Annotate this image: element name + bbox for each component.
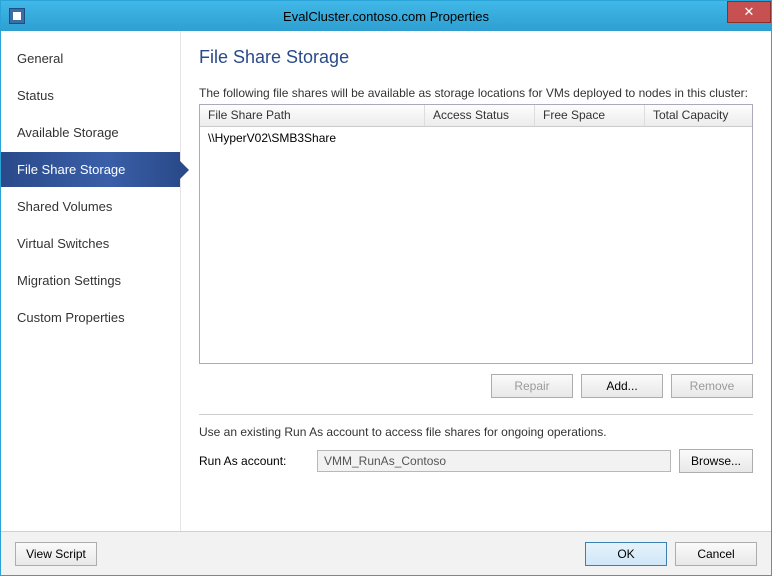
titlebar[interactable]: EvalCluster.contoso.com Properties ✕ bbox=[1, 1, 771, 31]
main-panel: File Share Storage The following file sh… bbox=[181, 31, 771, 531]
view-script-button[interactable]: View Script bbox=[15, 542, 97, 566]
runas-input[interactable] bbox=[317, 450, 671, 472]
cancel-button[interactable]: Cancel bbox=[675, 542, 757, 566]
cell-access bbox=[425, 131, 535, 145]
file-share-table: File Share Path Access Status Free Space… bbox=[199, 104, 753, 364]
sidebar-item-status[interactable]: Status bbox=[1, 78, 180, 113]
sidebar-item-label: Shared Volumes bbox=[17, 199, 112, 214]
properties-window: EvalCluster.contoso.com Properties ✕ Gen… bbox=[0, 0, 772, 576]
sidebar-item-label: Migration Settings bbox=[17, 273, 121, 288]
cell-free bbox=[535, 131, 645, 145]
sidebar-item-label: General bbox=[17, 51, 63, 66]
add-button[interactable]: Add... bbox=[581, 374, 663, 398]
page-title: File Share Storage bbox=[199, 47, 753, 68]
close-icon: ✕ bbox=[744, 4, 755, 20]
table-button-row: Repair Add... Remove bbox=[199, 374, 753, 398]
runas-row: Run As account: Browse... bbox=[199, 449, 753, 473]
footer: View Script OK Cancel bbox=[1, 531, 771, 575]
col-file-share-path[interactable]: File Share Path bbox=[200, 105, 425, 126]
sidebar: General Status Available Storage File Sh… bbox=[1, 31, 181, 531]
cell-path: \\HyperV02\SMB3Share bbox=[200, 131, 425, 145]
sidebar-item-available-storage[interactable]: Available Storage bbox=[1, 115, 180, 150]
sidebar-item-custom-properties[interactable]: Custom Properties bbox=[1, 300, 180, 335]
sidebar-item-migration-settings[interactable]: Migration Settings bbox=[1, 263, 180, 298]
col-access-status[interactable]: Access Status bbox=[425, 105, 535, 126]
window-title: EvalCluster.contoso.com Properties bbox=[1, 9, 771, 24]
sidebar-item-label: Virtual Switches bbox=[17, 236, 109, 251]
description-text: The following file shares will be availa… bbox=[199, 86, 753, 100]
sidebar-item-general[interactable]: General bbox=[1, 41, 180, 76]
separator bbox=[199, 414, 753, 415]
sidebar-item-label: Available Storage bbox=[17, 125, 119, 140]
sidebar-item-shared-volumes[interactable]: Shared Volumes bbox=[1, 189, 180, 224]
runas-description: Use an existing Run As account to access… bbox=[199, 425, 753, 439]
sidebar-item-label: Status bbox=[17, 88, 54, 103]
sidebar-item-label: Custom Properties bbox=[17, 310, 125, 325]
table-header: File Share Path Access Status Free Space… bbox=[200, 105, 752, 127]
cell-total bbox=[645, 131, 752, 145]
runas-label: Run As account: bbox=[199, 454, 309, 468]
table-body[interactable]: \\HyperV02\SMB3Share bbox=[200, 127, 752, 363]
repair-button: Repair bbox=[491, 374, 573, 398]
close-button[interactable]: ✕ bbox=[727, 1, 771, 23]
col-total-capacity[interactable]: Total Capacity bbox=[645, 105, 752, 126]
sidebar-item-label: File Share Storage bbox=[17, 162, 125, 177]
dialog-body: General Status Available Storage File Sh… bbox=[1, 31, 771, 531]
table-row[interactable]: \\HyperV02\SMB3Share bbox=[200, 127, 752, 149]
ok-button[interactable]: OK bbox=[585, 542, 667, 566]
sidebar-item-file-share-storage[interactable]: File Share Storage bbox=[1, 152, 180, 187]
browse-button[interactable]: Browse... bbox=[679, 449, 753, 473]
sidebar-item-virtual-switches[interactable]: Virtual Switches bbox=[1, 226, 180, 261]
remove-button: Remove bbox=[671, 374, 753, 398]
col-free-space[interactable]: Free Space bbox=[535, 105, 645, 126]
